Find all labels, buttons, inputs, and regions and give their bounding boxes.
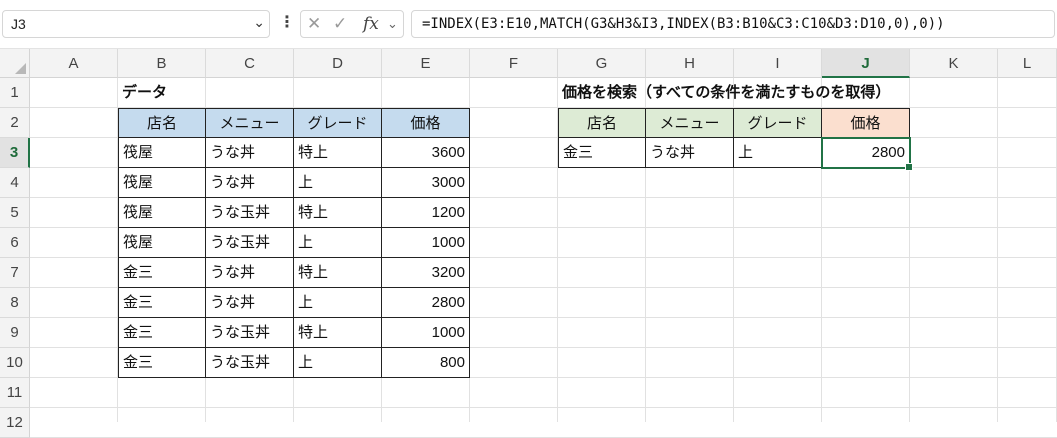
data-table-cell[interactable]: うな玉丼 bbox=[205, 347, 294, 378]
select-all-button[interactable] bbox=[0, 49, 30, 78]
column-header-l[interactable]: L bbox=[998, 49, 1057, 78]
lookup-criteria-cell[interactable]: うな丼 bbox=[645, 137, 734, 168]
row-header-12[interactable]: 12 bbox=[0, 408, 30, 438]
lookup-header-cell[interactable]: 店名 bbox=[558, 108, 646, 138]
column-header-j[interactable]: J bbox=[822, 49, 910, 78]
active-cell-border[interactable] bbox=[821, 137, 913, 171]
data-table-cell[interactable]: 筏屋 bbox=[118, 227, 206, 258]
data-table-cell[interactable]: 金三 bbox=[118, 257, 206, 288]
cancel-icon[interactable]: ✕ bbox=[307, 14, 321, 34]
data-header-cell[interactable]: 価格 bbox=[381, 108, 470, 138]
data-table-cell[interactable]: 1000 bbox=[381, 317, 470, 348]
data-table-cell[interactable]: 特上 bbox=[293, 317, 382, 348]
lookup-header-cell[interactable]: グレード bbox=[733, 108, 822, 138]
column-header-k[interactable]: K bbox=[910, 49, 998, 78]
data-table-cell[interactable]: 金三 bbox=[118, 317, 206, 348]
column-header-g[interactable]: G bbox=[558, 49, 646, 78]
formula-input[interactable]: =INDEX(E3:E10,MATCH(G3&H3&I3,INDEX(B3:B1… bbox=[411, 10, 1055, 38]
data-table-cell[interactable]: 筏屋 bbox=[118, 137, 206, 168]
data-table-cell[interactable]: 3600 bbox=[381, 137, 470, 168]
name-box-value: J3 bbox=[11, 16, 26, 32]
data-table-cell[interactable]: 1200 bbox=[381, 197, 470, 228]
formula-buttons: ✕ ✓ fx ⌄ bbox=[300, 10, 404, 38]
data-table-cell[interactable]: 1000 bbox=[381, 227, 470, 258]
formula-text: =INDEX(E3:E10,MATCH(G3&H3&I3,INDEX(B3:B1… bbox=[422, 16, 945, 32]
data-table-cell[interactable]: 3200 bbox=[381, 257, 470, 288]
more-options-icon[interactable]: ⋮ bbox=[279, 12, 295, 31]
data-table-cell[interactable]: うな丼 bbox=[205, 167, 294, 198]
data-table-cell[interactable]: 金三 bbox=[118, 287, 206, 318]
data-table-cell[interactable]: うな丼 bbox=[205, 257, 294, 288]
data-table-cell[interactable]: 上 bbox=[293, 287, 382, 318]
lookup-criteria-cell[interactable]: 上 bbox=[733, 137, 822, 168]
row-header-1[interactable]: 1 bbox=[0, 78, 30, 108]
insert-function-icon[interactable]: fx bbox=[363, 14, 379, 34]
row-header-10[interactable]: 10 bbox=[0, 348, 30, 378]
data-header-cell[interactable]: グレード bbox=[293, 108, 382, 138]
column-header-i[interactable]: I bbox=[734, 49, 822, 78]
data-table-cell[interactable]: 上 bbox=[293, 227, 382, 258]
lookup-criteria-cell[interactable]: 金三 bbox=[558, 137, 646, 168]
data-table-cell[interactable]: 特上 bbox=[293, 257, 382, 288]
enter-icon[interactable]: ✓ bbox=[333, 14, 347, 34]
row-header-8[interactable]: 8 bbox=[0, 288, 30, 318]
data-table-title[interactable]: データ bbox=[118, 78, 318, 108]
formula-bar: J3 ⌄ ⋮ ✕ ✓ fx ⌄ =INDEX(E3:E10,MATCH(G3&H… bbox=[0, 0, 1057, 48]
fill-handle[interactable] bbox=[905, 163, 913, 171]
column-header-f[interactable]: F bbox=[470, 49, 558, 78]
data-table-cell[interactable]: 筏屋 bbox=[118, 197, 206, 228]
column-header-c[interactable]: C bbox=[206, 49, 294, 78]
row-header-5[interactable]: 5 bbox=[0, 198, 30, 228]
data-table-cell[interactable]: 特上 bbox=[293, 197, 382, 228]
row-header-9[interactable]: 9 bbox=[0, 318, 30, 348]
column-header-e[interactable]: E bbox=[382, 49, 470, 78]
column-header-d[interactable]: D bbox=[294, 49, 382, 78]
data-table-cell[interactable]: 筏屋 bbox=[118, 167, 206, 198]
data-table-cell[interactable]: 2800 bbox=[381, 287, 470, 318]
gridline-horizontal bbox=[30, 407, 1057, 408]
data-header-cell[interactable]: メニュー bbox=[205, 108, 294, 138]
name-box[interactable]: J3 ⌄ bbox=[2, 10, 270, 38]
row-header-7[interactable]: 7 bbox=[0, 258, 30, 288]
lookup-title[interactable]: 価格を検索（すべての条件を満たすものを取得） bbox=[558, 78, 978, 108]
data-table-cell[interactable]: 上 bbox=[293, 347, 382, 378]
row-header-4[interactable]: 4 bbox=[0, 168, 30, 198]
chevron-down-icon[interactable]: ⌄ bbox=[253, 15, 265, 31]
function-dropdown-icon[interactable]: ⌄ bbox=[387, 17, 398, 32]
data-table-cell[interactable]: うな玉丼 bbox=[205, 227, 294, 258]
column-header-b[interactable]: B bbox=[118, 49, 206, 78]
data-table-cell[interactable]: 特上 bbox=[293, 137, 382, 168]
data-table-cell[interactable]: うな丼 bbox=[205, 137, 294, 168]
data-table-cell[interactable]: 金三 bbox=[118, 347, 206, 378]
gridline-vertical bbox=[997, 78, 998, 422]
row-header-11[interactable]: 11 bbox=[0, 378, 30, 408]
lookup-header-cell[interactable]: 価格 bbox=[821, 108, 910, 138]
select-all-triangle-icon bbox=[15, 63, 26, 74]
row-header-2[interactable]: 2 bbox=[0, 108, 30, 138]
lookup-header-cell[interactable]: メニュー bbox=[645, 108, 734, 138]
row-header-6[interactable]: 6 bbox=[0, 228, 30, 258]
data-table-cell[interactable]: 3000 bbox=[381, 167, 470, 198]
data-table-cell[interactable]: 800 bbox=[381, 347, 470, 378]
data-table-cell[interactable]: うな玉丼 bbox=[205, 197, 294, 228]
data-table-cell[interactable]: うな玉丼 bbox=[205, 317, 294, 348]
row-header-3[interactable]: 3 bbox=[0, 138, 30, 168]
column-header-a[interactable]: A bbox=[30, 49, 118, 78]
data-header-cell[interactable]: 店名 bbox=[118, 108, 206, 138]
column-header-h[interactable]: H bbox=[646, 49, 734, 78]
data-table-cell[interactable]: うな丼 bbox=[205, 287, 294, 318]
data-table-cell[interactable]: 上 bbox=[293, 167, 382, 198]
